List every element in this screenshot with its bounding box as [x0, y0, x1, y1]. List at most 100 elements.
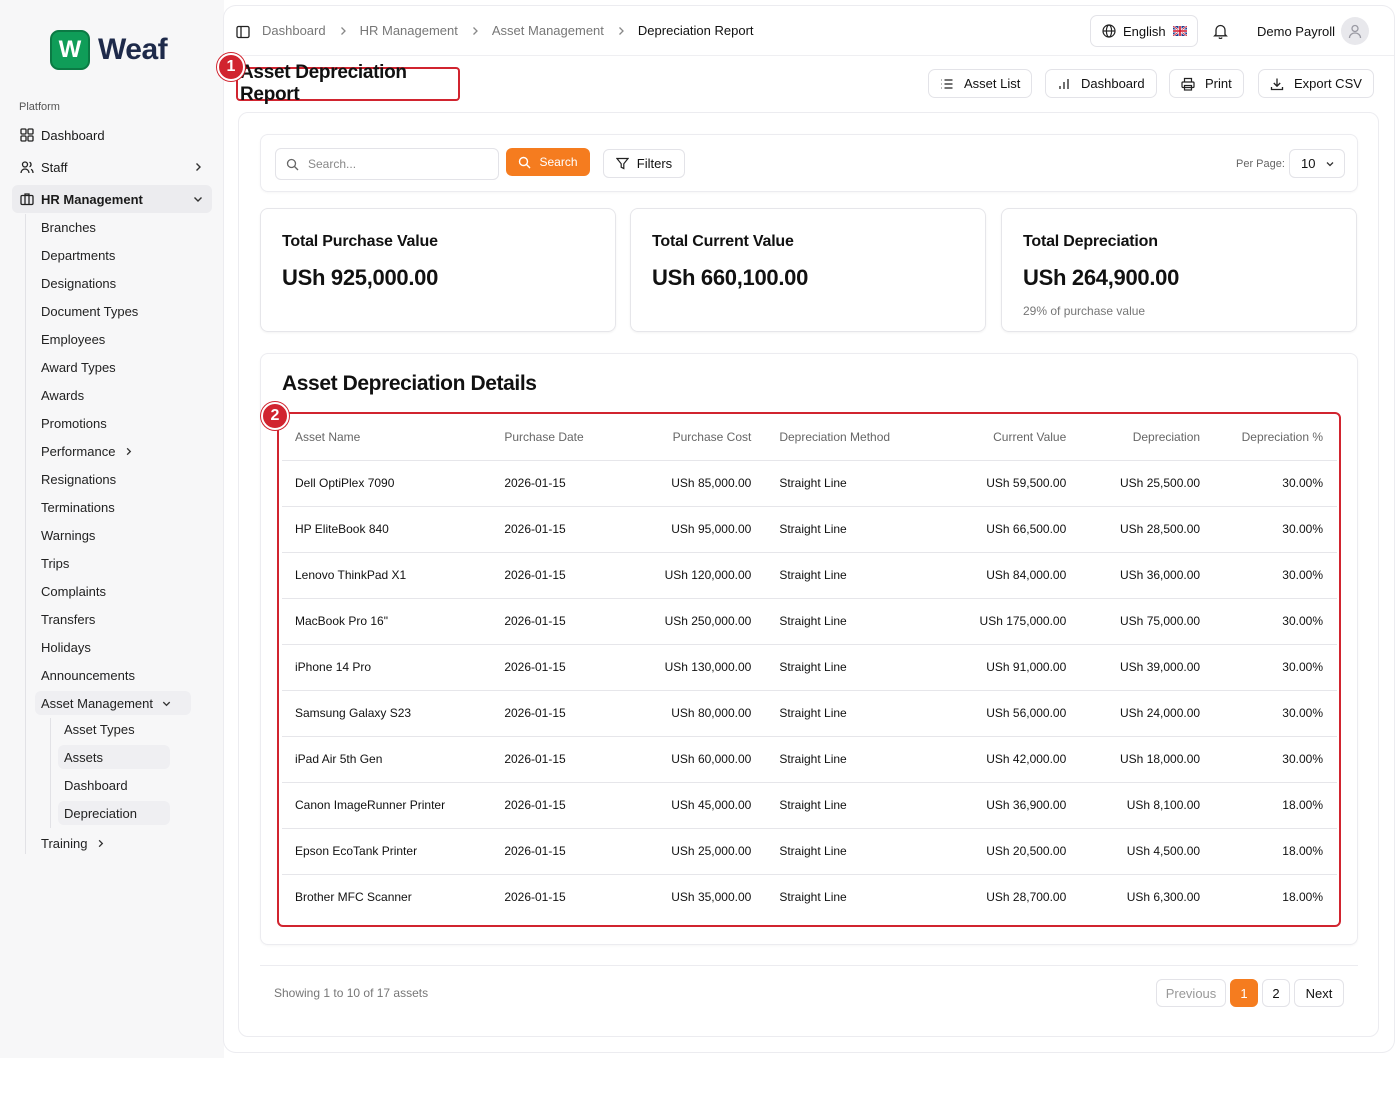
sidebar-section-label: Platform — [19, 101, 60, 113]
sidebar-sub-complaints[interactable]: Complaints — [35, 579, 106, 603]
chevron-right-icon — [127, 447, 132, 455]
purchase-date-cell: 2026-01-15 — [504, 552, 618, 599]
method-cell: Straight Line — [751, 828, 937, 875]
briefcase-icon — [20, 193, 34, 206]
sidebar-sub-transfers[interactable]: Transfers — [35, 607, 95, 631]
filters-button[interactable]: Filters — [603, 149, 685, 178]
chevron-down-icon — [194, 197, 202, 202]
column-header[interactable]: Purchase Date — [504, 414, 618, 461]
sidebar-sub-departments[interactable]: Departments — [35, 243, 115, 267]
stat-value: USh 925,000.00 — [282, 265, 439, 290]
stat-value: USh 660,100.00 — [652, 265, 809, 290]
depreciation-table: Asset Name Purchase Date Purchase Cost D… — [282, 414, 1337, 920]
table-row[interactable]: Samsung Galaxy S23 2026-01-15 USh 80,000.0… — [282, 690, 1337, 737]
depreciation-cell: USh 36,000.00 — [1066, 552, 1201, 599]
column-header[interactable]: Asset Name — [282, 414, 505, 461]
depreciation-cell: USh 18,000.00 — [1066, 736, 1201, 783]
main-panel: Dashboard HR Management Asset Management… — [217, 6, 1394, 1052]
button-label: Filters — [636, 156, 673, 171]
bell-icon[interactable] — [1213, 23, 1228, 39]
sidebar-item-hr-management[interactable]: HR Management — [12, 185, 212, 213]
language-selector[interactable]: English — [1090, 15, 1198, 47]
dashboard-button[interactable]: Dashboard — [1045, 69, 1157, 98]
page-button-2[interactable]: 2 — [1262, 979, 1290, 1007]
column-header[interactable]: Depreciation % — [1200, 414, 1337, 461]
purchase-date-cell: 2026-01-15 — [504, 506, 618, 553]
sidebar-toggle-icon[interactable] — [236, 25, 250, 39]
table-row[interactable]: Lenovo ThinkPad X1 2026-01-15 USh 120,000.… — [282, 552, 1337, 599]
list-icon — [941, 78, 953, 89]
table-row[interactable]: HP EliteBook 840 2026-01-15 USh 95,000.00 S… — [282, 506, 1337, 553]
button-label: Print — [1205, 76, 1232, 91]
column-header[interactable]: Depreciation Method — [751, 414, 937, 461]
user-name[interactable]: Demo Payroll — [1257, 24, 1335, 39]
depreciation-cell: USh 28,500.00 — [1066, 506, 1201, 553]
table-row[interactable]: Dell OptiPlex 7090 2026-01-15 USh 85,000.0… — [282, 460, 1337, 507]
asset-name-cell: MacBook Pro 16" — [282, 598, 505, 645]
stat-label: Total Purchase Value — [282, 233, 438, 250]
table-row[interactable]: Epson EcoTank Printer 2026-01-15 USh 25,00… — [282, 828, 1337, 875]
depreciation-pct-cell: 30.00% — [1200, 644, 1337, 691]
sidebar-sub-designations[interactable]: Designations — [35, 271, 116, 295]
table-row[interactable]: iPhone 14 Pro 2026-01-15 USh 130,000.00 Str… — [282, 644, 1337, 691]
printer-icon — [1181, 77, 1195, 91]
per-page-select[interactable]: 10 — [1289, 149, 1345, 178]
previous-page-button[interactable]: Previous — [1156, 979, 1226, 1007]
sidebar-sub-terminations[interactable]: Terminations — [35, 495, 115, 519]
depreciation-cell: USh 25,500.00 — [1066, 460, 1201, 507]
sidebar-depreciation[interactable]: Depreciation — [58, 801, 170, 825]
sidebar-sub-holidays[interactable]: Holidays — [35, 635, 91, 659]
sidebar-sub-announcements[interactable]: Announcements — [35, 663, 135, 687]
avatar[interactable] — [1341, 17, 1369, 45]
page-title: Asset Depreciation Report — [236, 62, 460, 105]
sidebar-sub-branches[interactable]: Branches — [35, 215, 96, 239]
asset-list-button[interactable]: Asset List — [928, 69, 1033, 98]
sidebar-sub-resignations[interactable]: Resignations — [35, 467, 116, 491]
sidebar-sub-trips[interactable]: Trips — [35, 551, 69, 575]
print-button[interactable]: Print — [1169, 69, 1244, 98]
sidebar-sub-employees[interactable]: Employees — [35, 327, 105, 351]
method-cell: Straight Line — [751, 736, 937, 783]
table-row[interactable]: MacBook Pro 16" 2026-01-15 USh 250,000.00 S… — [282, 598, 1337, 645]
sidebar-item-staff[interactable]: Staff — [12, 153, 212, 181]
sidebar-sub-performance[interactable]: Performance — [35, 439, 134, 463]
sidebar-sub-document-types[interactable]: Document Types — [35, 299, 138, 323]
search-placeholder: Search... — [308, 157, 357, 171]
sidebar-sub-awards[interactable]: Awards — [35, 383, 84, 407]
column-header[interactable]: Purchase Cost — [617, 414, 752, 461]
button-label: Asset List — [964, 76, 1021, 91]
sidebar-asset-dashboard[interactable]: Dashboard — [58, 773, 170, 797]
brand-logo[interactable]: W Weaf — [50, 30, 168, 70]
button-label: Search — [539, 155, 578, 169]
breadcrumb-dashboard[interactable]: Dashboard — [262, 23, 326, 38]
next-page-button[interactable]: Next — [1294, 979, 1344, 1007]
search-button[interactable]: Search — [506, 148, 590, 176]
sidebar-sub-award-types[interactable]: Award Types — [35, 355, 116, 379]
column-header[interactable]: Depreciation — [1066, 414, 1201, 461]
chevron-right-icon — [196, 163, 201, 171]
sidebar-item-dashboard[interactable]: Dashboard — [12, 121, 212, 149]
sidebar-assets[interactable]: Assets — [58, 745, 170, 769]
breadcrumb-hr-management[interactable]: HR Management — [360, 23, 458, 38]
export-csv-button[interactable]: Export CSV — [1258, 69, 1374, 98]
download-icon — [1270, 78, 1284, 90]
breadcrumb-asset-management[interactable]: Asset Management — [492, 23, 604, 38]
table-row[interactable]: Brother MFC Scanner 2026-01-15 USh 35,000.… — [282, 874, 1337, 920]
purchase-cost-cell: USh 45,000.00 — [617, 782, 752, 829]
sidebar-asset-types[interactable]: Asset Types — [58, 717, 170, 741]
sidebar-sub-warnings[interactable]: Warnings — [35, 523, 95, 547]
sidebar-sub-asset-management[interactable]: Asset Management — [35, 691, 191, 715]
purchase-date-cell: 2026-01-15 — [504, 890, 566, 905]
page-button-1[interactable]: 1 — [1230, 979, 1258, 1007]
table-row[interactable]: iPad Air 5th Gen 2026-01-15 USh 60,000.00 S… — [282, 736, 1337, 783]
method-cell: Straight Line — [779, 890, 847, 905]
table-row[interactable]: Canon ImageRunner Printer 2026-01-15 USh 4… — [282, 782, 1337, 829]
per-page-label: Per Page: — [1236, 158, 1285, 170]
sidebar-sub-promotions[interactable]: Promotions — [35, 411, 107, 435]
purchase-cost-cell: USh 130,000.00 — [617, 644, 752, 691]
column-header[interactable]: Current Value — [936, 414, 1067, 461]
search-input[interactable]: Search... — [275, 148, 499, 180]
sidebar-sub-training[interactable]: Training — [35, 831, 106, 855]
top-bar: Dashboard HR Management Asset Management… — [224, 6, 1394, 56]
purchase-date-cell: 2026-01-15 — [504, 828, 618, 875]
